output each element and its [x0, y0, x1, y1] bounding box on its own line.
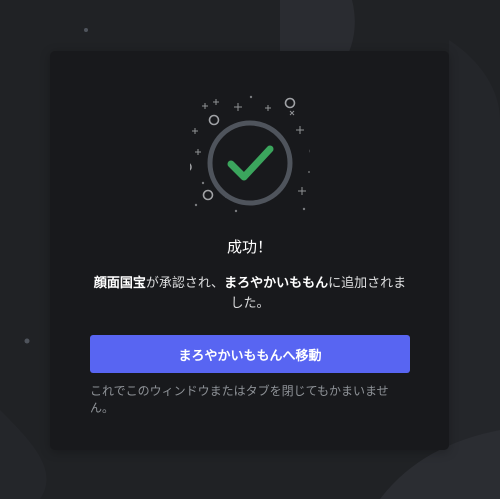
close-window-note: これでこのウィンドウまたはタブを閉じてもかまいません。 [90, 384, 389, 415]
go-to-button-label: まろやかいももんへ移動 [178, 348, 322, 364]
go-to-button[interactable]: まろやかいももんへ移動 [90, 335, 410, 373]
message-part-1: が承認され、 [145, 276, 225, 291]
modal-title: 成功！ [226, 238, 272, 256]
checkmark-circle-icon [207, 120, 293, 206]
success-modal: 成功！ 顔面国宝が承認され、まろやかいももんに追加されました。 まろやかいももん… [50, 51, 449, 450]
success-message: 顔面国宝が承認され、まろやかいももんに追加されました。 [90, 274, 410, 314]
server-name: 顔面国宝 [93, 276, 146, 291]
success-illustration [190, 95, 310, 213]
target-name: まろやかいももん [224, 276, 329, 291]
